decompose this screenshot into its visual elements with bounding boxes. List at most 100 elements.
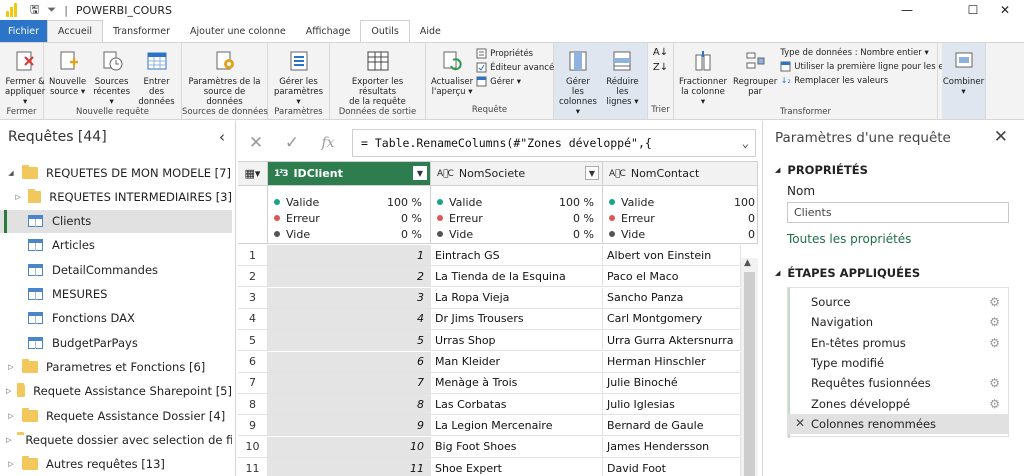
row-number[interactable]: 7 [238,372,268,394]
row-number[interactable]: 3 [238,287,268,309]
collapsed-triangle-icon[interactable]: ▷ [6,460,16,468]
whole-number-type-icon[interactable]: 1²3 [274,169,289,179]
text-type-icon[interactable]: A᪲C [609,169,626,179]
tab-aide[interactable]: Aide [410,20,451,42]
row-number[interactable]: 10 [238,436,268,458]
query-item[interactable]: ▷ Requete Assistance Dossier [4] [0,404,232,427]
minimize-button[interactable]: — [884,0,930,20]
cell-nomcontact[interactable]: Paco el Maco [603,266,741,288]
collapsed-triangle-icon[interactable]: ▷ [6,387,11,395]
cell-idclient[interactable]: 10 [268,436,431,458]
quick-access-dropdown-icon[interactable]: ⏷ [47,3,56,17]
column-header-nomcontact[interactable]: A᪲C NomContact [603,162,758,186]
query-item[interactable]: DetailCommandes [0,258,232,281]
step-settings-gear-icon[interactable]: ⚙ [989,397,1000,411]
data-source-settings-button[interactable]: Paramètres de la source de données [184,45,265,107]
query-item[interactable]: Fonctions DAX [0,307,232,330]
step-settings-gear-icon[interactable]: ⚙ [989,336,1000,350]
cell-nomsociete[interactable]: Big Foot Shoes [431,436,603,458]
collapsed-triangle-icon[interactable]: ▷ [6,412,16,420]
refresh-preview-button[interactable]: Actualiser l'aperçu ▾ [428,45,476,105]
collapsed-triangle-icon[interactable]: ▷ [6,363,16,371]
cell-idclient[interactable]: 6 [268,351,431,373]
cell-nomcontact[interactable]: Julio Iglesias [603,394,741,416]
applied-step[interactable]: Navigation ⚙ [788,312,1008,332]
row-number[interactable]: 11 [238,458,268,476]
row-number[interactable]: 1 [238,245,268,266]
sort-descending-icon[interactable]: Z↓ [653,62,668,73]
split-column-button[interactable]: Fractionner la colonne ▾ [676,45,730,107]
step-settings-gear-icon[interactable]: ⚙ [989,315,1000,329]
properties-button[interactable]: Propriétés [476,48,554,59]
row-number[interactable]: 6 [238,351,268,373]
column-filter-dropdown[interactable]: ▼ [413,166,427,180]
tab-ajouter-colonne[interactable]: Ajouter une colonne [180,20,296,42]
column-header-nomsociete[interactable]: A᪲C NomSociete ▼ [431,162,603,186]
query-item[interactable]: ▷ Requete Assistance Sharepoint [5] [0,380,232,403]
cell-nomsociete[interactable]: Shoe Expert [431,458,603,476]
tab-fichier[interactable]: Fichier [0,20,48,42]
step-settings-gear-icon[interactable]: ⚙ [989,376,1000,390]
query-item[interactable]: ▷ Requete dossier avec selection de fichi… [0,428,232,451]
table-menu-icon[interactable]: ▦▾ [238,162,268,186]
export-results-button[interactable]: Exporter les résultats de la requête [332,45,423,107]
manage-parameters-button[interactable]: Gérer les paramètres ▾ [270,45,327,107]
cell-idclient[interactable]: 11 [268,458,431,476]
applied-steps-header[interactable]: ◢ ÉTAPES APPLIQUÉES [775,266,920,280]
scrollbar-thumb[interactable] [744,272,755,476]
query-item[interactable]: Clients [0,209,232,233]
formula-input[interactable]: = Table.RenameColumns(#"Zones développé"… [352,129,756,157]
manage-button[interactable]: Gérer ▾ [476,76,554,87]
close-window-button[interactable]: ✕ [982,0,1024,20]
tab-affichage[interactable]: Affichage [296,20,361,42]
cell-idclient[interactable]: 3 [268,287,431,309]
collapse-pane-icon[interactable]: ‹ [219,128,225,146]
row-number[interactable]: 2 [238,266,268,288]
cell-nomcontact[interactable]: Herman Hinschler [603,351,741,373]
cell-idclient[interactable]: 7 [268,372,431,394]
properties-section-header[interactable]: ◢ PROPRIÉTÉS [775,163,868,177]
scroll-up-icon[interactable]: ▲ [744,258,751,268]
cell-nomcontact[interactable]: David Foot [603,458,741,476]
cell-nomcontact[interactable]: Carl Montgomery [603,308,741,330]
cell-nomsociete[interactable]: Dr Jims Trousers [431,308,603,330]
cell-nomsociete[interactable]: La Tienda de la Esquina [431,266,603,288]
cell-nomsociete[interactable]: Eintrach GS [431,245,603,266]
all-properties-link[interactable]: Toutes les propriétés [787,232,911,246]
column-filter-dropdown[interactable]: ▼ [585,166,599,180]
query-item[interactable]: BudgetParPays [0,331,232,354]
cell-nomcontact[interactable]: Sancho Panza [603,287,741,309]
save-icon[interactable]: 🖫 [30,1,39,20]
cell-idclient[interactable]: 1 [268,245,431,266]
row-number[interactable]: 5 [238,330,268,352]
applied-step[interactable]: Type modifié [788,353,1008,373]
cell-nomcontact[interactable]: Albert von Einstein [603,245,741,266]
query-item[interactable]: Articles [0,234,232,257]
cell-idclient[interactable]: 4 [268,308,431,330]
cell-nomsociete[interactable]: La Legion Mercenaire [431,415,603,437]
cell-idclient[interactable]: 9 [268,415,431,437]
close-settings-icon[interactable]: ✕ [994,127,1008,147]
cell-nomcontact[interactable]: Bernard de Gaule [603,415,741,437]
tab-outils[interactable]: Outils [360,20,410,42]
collapsed-triangle-icon[interactable]: ▷ [14,193,22,201]
expanded-triangle-icon[interactable]: ◢ [6,169,16,177]
cell-nomcontact[interactable]: Julie Binoché [603,372,741,394]
new-source-button[interactable]: Nouvelle source ▾ [46,45,89,107]
cell-idclient[interactable]: 5 [268,330,431,352]
applied-step[interactable]: ✕ Colonnes renommées [788,413,1008,434]
fx-icon[interactable]: fx [310,135,346,151]
cell-nomcontact[interactable]: Urra Gurra Aktersnurra [603,330,741,352]
reduce-rows-button[interactable]: Réduire les lignes ▾ [600,45,645,117]
delete-step-icon[interactable]: ✕ [795,416,805,430]
cell-idclient[interactable]: 8 [268,394,431,416]
query-name-input[interactable]: Clients [787,202,1009,223]
query-item[interactable]: MESURES [0,283,232,306]
enter-data-button[interactable]: Entrer des données [134,45,179,107]
group-by-button[interactable]: Regrouper par [730,45,780,107]
cell-nomsociete[interactable]: La Ropa Vieja [431,287,603,309]
recent-sources-button[interactable]: Sources récentes ▾ [89,45,134,107]
query-item[interactable]: ◢ REQUETES DE MON MODELE [7] [0,161,232,184]
close-apply-button[interactable]: Fermer & appliquer ▾ [2,45,48,107]
query-item[interactable]: ▷ Parametres et Fonctions [6] [0,355,232,378]
